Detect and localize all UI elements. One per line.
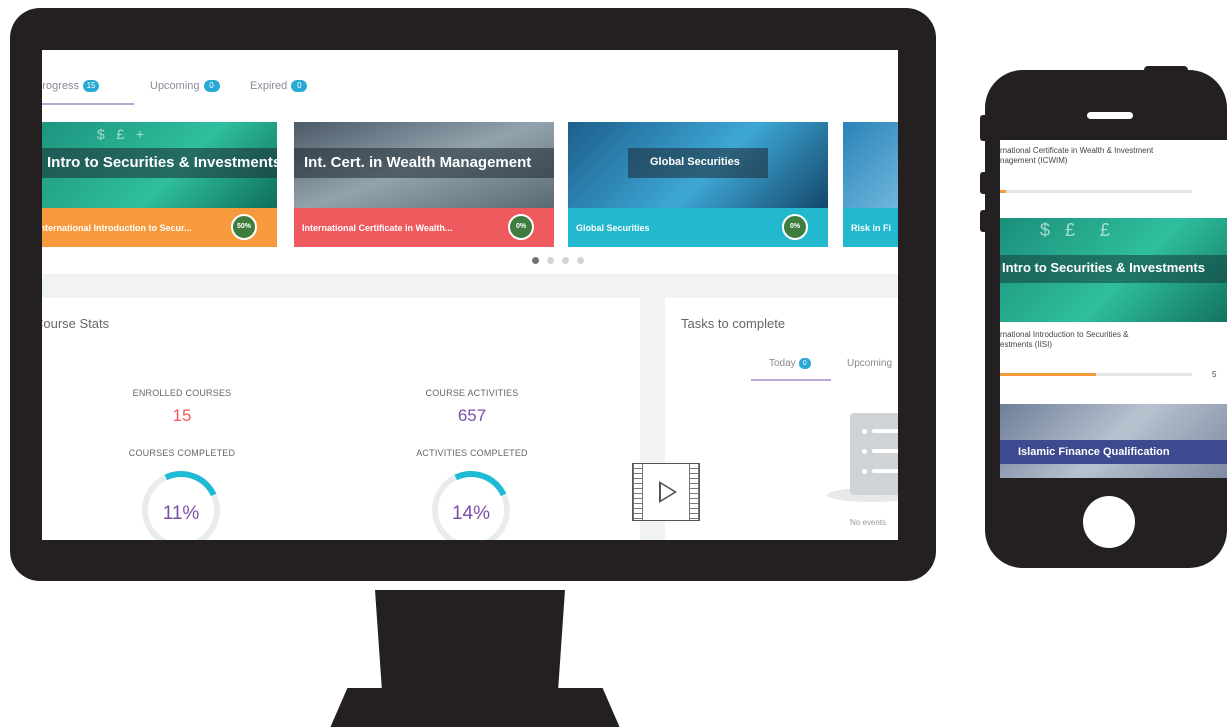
- tab-label: Today: [769, 358, 796, 369]
- carousel-dot[interactable]: [547, 257, 554, 264]
- mobile-card-title: Islamic Finance Qualification: [1018, 446, 1170, 458]
- phone-home-button: [1083, 496, 1135, 548]
- carousel-dot[interactable]: [532, 257, 539, 264]
- panel-title: Course Stats: [42, 316, 110, 331]
- course-image: Global Securities: [568, 122, 828, 208]
- courses-completed-value: 11%: [162, 503, 200, 524]
- active-task-tab-indicator: [751, 379, 831, 381]
- tab-upcoming[interactable]: Upcoming 0: [150, 80, 220, 92]
- enrolled-value: 15: [172, 406, 192, 425]
- activities-value: 657: [457, 406, 487, 425]
- tab-label: Upcoming: [150, 80, 200, 92]
- course-footer: Risk in Fi: [843, 208, 898, 247]
- progress-badge: 0%: [508, 214, 534, 240]
- mobile-progress-bar: [1000, 190, 1192, 193]
- course-tabs: In progress 15 Upcoming 0 Expired 0: [42, 50, 898, 122]
- list-bullet: [862, 449, 867, 454]
- course-card[interactable]: Risk in Fi: [843, 122, 898, 247]
- mobile-progress-fill: [1000, 190, 1006, 193]
- mobile-course-title[interactable]: rnational Certificate in Wealth & Invest…: [1000, 146, 1153, 156]
- list-line: [872, 429, 898, 433]
- tab-label: Expired: [250, 80, 288, 92]
- progress-badge: 50%: [231, 214, 257, 240]
- carousel-dot[interactable]: [577, 257, 584, 264]
- list-bullet: [862, 429, 867, 434]
- course-name: Risk in Fi: [851, 222, 892, 233]
- mobile-screen: rnational Certificate in Wealth & Invest…: [1000, 140, 1227, 478]
- course-card[interactable]: $ £ + Intro to Securities & Investments …: [42, 122, 277, 247]
- list-line: [872, 469, 898, 473]
- monitor-base: [330, 688, 620, 727]
- phone-speaker: [1087, 112, 1133, 119]
- course-image: $ £ + Intro to Securities & Investments: [42, 122, 277, 208]
- course-footer: International Certificate in Wealth... 0…: [294, 208, 554, 247]
- course-footer: International Introduction to Secur... 5…: [42, 208, 277, 247]
- activities-completed-value: 14%: [451, 503, 491, 524]
- course-name: International Introduction to Secur...: [42, 222, 192, 233]
- tab-label: Upcoming: [847, 358, 893, 369]
- activities-completed-arc: [421, 460, 521, 540]
- course-name: Global Securities: [576, 222, 650, 233]
- course-carousel: $ £ + Intro to Securities & Investments …: [42, 122, 898, 274]
- mobile-card-title: Intro to Securities & Investments: [1002, 260, 1205, 275]
- tab-count-badge: 0: [203, 80, 220, 92]
- currency-symbols: $ £ £: [1040, 220, 1111, 240]
- courses-completed-label: COURSES COMPLETED: [128, 448, 236, 458]
- course-image: Int. Cert. in Wealth Management: [294, 122, 554, 208]
- course-title: Global Securities: [650, 156, 740, 168]
- mobile-course-title[interactable]: rnational Introduction to Securities &: [1000, 330, 1129, 340]
- activities-label: COURSE ACTIVITIES: [425, 388, 519, 398]
- mobile-progress-value: 5: [1212, 370, 1217, 379]
- mobile-course-title-line2: estments (IISI): [1000, 340, 1053, 349]
- video-play-icon[interactable]: [632, 463, 700, 521]
- film-strip-left: [633, 464, 643, 520]
- carousel-pagination: [532, 257, 584, 264]
- panel-title: Tasks to complete: [681, 316, 786, 331]
- course-name: International Certificate in Wealth...: [302, 222, 453, 233]
- monitor-stand: [375, 590, 565, 700]
- film-strip-right: [689, 464, 699, 520]
- mobile-course-title-line2: nagement (ICWIM): [1000, 156, 1068, 165]
- tab-upcoming-tasks[interactable]: Upcoming: [847, 358, 892, 369]
- courses-completed-arc: [131, 460, 231, 540]
- tab-count-badge: 0: [291, 80, 308, 92]
- mobile-progress-fill: [1000, 373, 1096, 376]
- course-title: Int. Cert. in Wealth Management: [304, 154, 532, 171]
- desktop-screen: In progress 15 Upcoming 0 Expired 0 $ £ …: [42, 50, 898, 540]
- course-footer: Global Securities 0%: [568, 208, 828, 247]
- today-count-badge: 0: [798, 358, 811, 369]
- course-image: [843, 122, 898, 208]
- mobile-course-card[interactable]: Islamic Finance Qualification: [1000, 404, 1227, 478]
- enrolled-label: ENROLLED COURSES: [132, 388, 232, 398]
- currency-symbols: $ £ +: [97, 126, 145, 142]
- mobile-progress-bar: [1000, 373, 1192, 376]
- list-bullet: [862, 469, 867, 474]
- tab-count-badge: 15: [83, 80, 100, 92]
- carousel-dot[interactable]: [562, 257, 569, 264]
- progress-badge: 0%: [782, 214, 808, 240]
- course-card[interactable]: Global Securities Global Securities 0%: [568, 122, 828, 247]
- empty-list-icon: [850, 413, 898, 495]
- mobile-course-card[interactable]: $ £ £ Intro to Securities & Investments: [1000, 218, 1227, 322]
- tab-in-progress[interactable]: In progress 15: [42, 80, 100, 92]
- tab-expired[interactable]: Expired 0: [250, 80, 308, 92]
- activities-completed-label: ACTIVITIES COMPLETED: [416, 448, 528, 458]
- play-triangle-inner: [661, 484, 674, 500]
- course-stats-panel: Course Stats ENROLLED COURSES 15 COURSE …: [42, 298, 640, 540]
- tab-today[interactable]: Today 0: [769, 358, 811, 369]
- active-tab-indicator: [42, 103, 134, 105]
- list-line: [872, 449, 898, 453]
- course-card[interactable]: Int. Cert. in Wealth Management Internat…: [294, 122, 554, 247]
- tab-label: In progress: [42, 80, 80, 92]
- empty-state-text: No events: [850, 518, 887, 527]
- course-title: Intro to Securities & Investments: [47, 154, 277, 171]
